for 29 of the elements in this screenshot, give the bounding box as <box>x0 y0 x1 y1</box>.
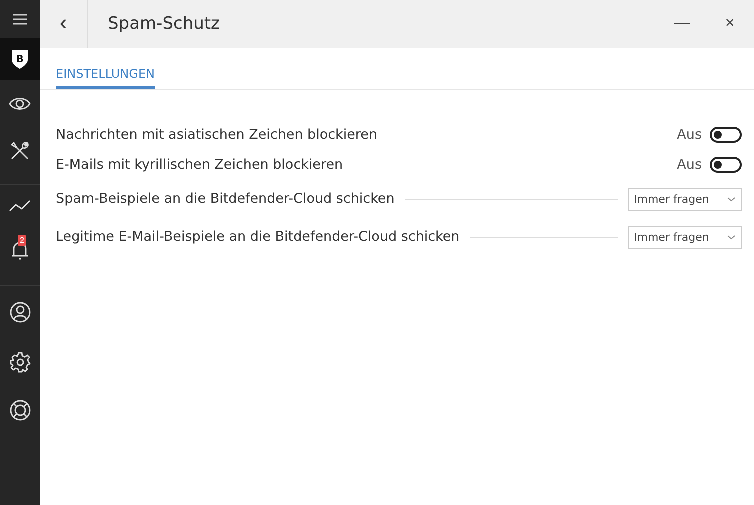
setting-label: Spam-Beispiele an die Bitdefender-Cloud schicken <box>56 191 395 207</box>
close-button[interactable]: × <box>706 0 754 48</box>
chevron-down-icon <box>727 196 736 202</box>
toggle-switch[interactable] <box>710 157 742 173</box>
setting-label: Legitime E-Mail-Beispiele an die Bitdefender-Cloud schicken <box>56 229 460 245</box>
sidebar-item[interactable]: 2 <box>0 227 40 275</box>
settings-icon <box>10 352 30 372</box>
menu-icon <box>13 14 27 24</box>
setting-label: Nachrichten mit asiatischen Zeichen blockieren <box>56 127 378 143</box>
window-title: Spam-Schutz <box>108 14 221 34</box>
dropdown[interactable]: Immer fragen <box>628 188 742 210</box>
shield-icon: B <box>11 48 29 70</box>
eye-icon <box>9 97 31 111</box>
toggle-state: Aus <box>677 127 702 143</box>
back-button[interactable]: ‹ <box>40 0 88 48</box>
tab[interactable]: EINSTELLUNGEN <box>56 48 156 89</box>
notification-badge: 2 <box>18 235 26 246</box>
bell-icon <box>11 241 29 261</box>
sidebar-item[interactable]: B <box>0 38 40 80</box>
lifebuoy-icon <box>10 400 30 420</box>
toggle-state: Aus <box>677 157 702 173</box>
chevron-down-icon <box>727 234 736 240</box>
line-chart-icon <box>9 200 31 212</box>
user-icon <box>10 302 30 322</box>
dropdown[interactable]: Immer fragen <box>628 226 742 248</box>
toggle-switch[interactable] <box>710 127 742 143</box>
tools-icon <box>10 141 30 161</box>
setting-label: E-Mails mit kyrillischen Zeichen blockieren <box>56 157 344 173</box>
minimize-button[interactable]: — <box>658 0 706 48</box>
